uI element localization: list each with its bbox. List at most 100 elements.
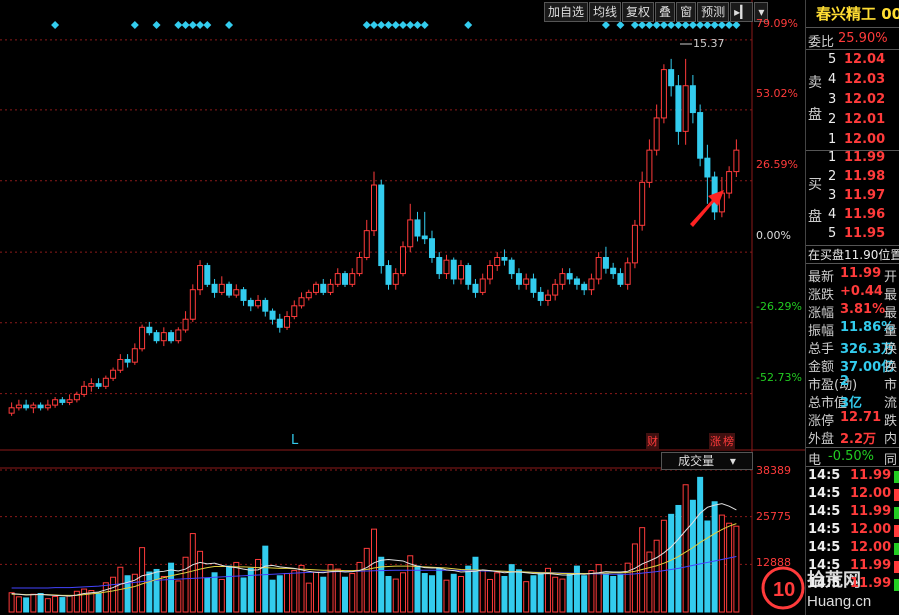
volume-bar bbox=[102, 582, 109, 613]
volume-bar bbox=[595, 564, 602, 613]
signal-diamond-icon bbox=[203, 21, 212, 29]
event-marker-limit-up[interactable]: 涨 bbox=[709, 433, 722, 449]
volume-bar bbox=[124, 575, 131, 613]
position-note: 在买盘11.90位置 bbox=[808, 248, 899, 262]
candle-body bbox=[399, 246, 406, 275]
stat-row: 振幅 11.86% 量 bbox=[806, 320, 899, 339]
candle-body bbox=[218, 283, 225, 293]
event-marker-l[interactable]: L bbox=[291, 433, 298, 448]
chart-canvas[interactable] bbox=[0, 0, 805, 615]
volume-bar bbox=[682, 484, 689, 613]
buy-level-price: 11.97 bbox=[844, 188, 886, 203]
volume-bar bbox=[291, 570, 298, 613]
candle-body bbox=[247, 299, 254, 307]
volume-bar bbox=[139, 547, 146, 613]
candle-body bbox=[566, 273, 573, 280]
candle-body bbox=[371, 184, 377, 232]
signal-diamond-icon bbox=[152, 21, 161, 29]
event-marker-finance[interactable]: 财 bbox=[646, 433, 659, 449]
sell-level-num: 1 bbox=[828, 132, 837, 147]
candle-body bbox=[356, 256, 363, 275]
tick-volume-bar bbox=[894, 525, 899, 537]
signal-diamond-icon bbox=[645, 21, 654, 29]
volume-bar bbox=[472, 556, 479, 613]
candle-body bbox=[95, 383, 102, 387]
volume-bar bbox=[66, 595, 73, 613]
stock-name-title[interactable]: 春兴精工 00 bbox=[816, 3, 899, 24]
volume-bar bbox=[479, 570, 486, 613]
candle-body bbox=[23, 404, 30, 409]
stat-row: 涨跌 +0.44 最 bbox=[806, 284, 899, 303]
buy-level-num: 3 bbox=[828, 188, 837, 203]
candle-body bbox=[8, 407, 15, 414]
candle-body bbox=[515, 273, 522, 285]
tick-time: 14:5 bbox=[808, 576, 841, 591]
stat-label: 涨停 bbox=[808, 414, 835, 429]
adjust-price-button[interactable]: 复权 bbox=[622, 2, 655, 22]
overlay-button[interactable]: 叠 bbox=[655, 2, 676, 22]
candle-body bbox=[342, 273, 349, 285]
axis-label-pct: -52.73% bbox=[756, 371, 802, 384]
buy-level-row[interactable]: 3 11.97 bbox=[806, 188, 899, 208]
volume-bar bbox=[262, 545, 269, 613]
stat-tail: 跌 bbox=[884, 414, 898, 429]
order-ratio-row: 委比 25.90% bbox=[806, 31, 899, 51]
stat-row: 总市值 3亿流 bbox=[806, 392, 899, 411]
volume-bar bbox=[363, 547, 370, 613]
sell-level-num: 4 bbox=[828, 72, 837, 87]
candle-body bbox=[697, 112, 704, 159]
buy-level-row[interactable]: 4 11.96 bbox=[806, 207, 899, 227]
stat-value: 3亿 bbox=[840, 396, 863, 411]
candle-body bbox=[124, 358, 131, 363]
volume-bar bbox=[204, 577, 211, 613]
signal-diamond-icon bbox=[667, 21, 676, 29]
buy-level-row[interactable]: 1 11.99 bbox=[806, 150, 899, 170]
tick-price: 12.00 bbox=[850, 486, 892, 501]
stat-label: 外盘 bbox=[808, 432, 835, 447]
volume-indicator-select[interactable]: 成交量 ▾ bbox=[661, 452, 753, 470]
candle-body bbox=[226, 283, 233, 296]
divider bbox=[806, 447, 899, 448]
signal-diamond-icon bbox=[652, 21, 661, 29]
candle-body bbox=[617, 273, 624, 285]
signal-diamond-icon bbox=[630, 21, 639, 29]
sell-level-row[interactable]: 4 12.03 bbox=[806, 72, 899, 92]
candle-body bbox=[363, 230, 370, 258]
tick-volume-bar bbox=[894, 507, 899, 519]
candle-body bbox=[298, 297, 305, 307]
candle-body bbox=[59, 399, 66, 403]
volume-bar bbox=[486, 578, 493, 613]
volume-bar bbox=[320, 576, 327, 613]
tick-price: 11.99 bbox=[850, 468, 892, 483]
tick-price: 12.00 bbox=[850, 540, 892, 555]
signal-diamond-icon bbox=[188, 21, 197, 29]
quote-side-panel: 春兴精工 00 委比 25.90% 卖 盘 买 盘 在买盘11.90位置 电 -… bbox=[761, 0, 899, 615]
forecast-button[interactable]: 预测 bbox=[697, 2, 730, 22]
window-button[interactable]: 窗 bbox=[676, 2, 697, 22]
signal-diamond-icon bbox=[681, 21, 690, 29]
candle-body bbox=[682, 85, 689, 132]
sell-level-row[interactable]: 1 12.00 bbox=[806, 132, 899, 152]
signal-diamond-icon bbox=[377, 21, 386, 29]
expand-panel-icon[interactable]: ▸▎ bbox=[730, 2, 754, 22]
sell-level-row[interactable]: 3 12.02 bbox=[806, 92, 899, 112]
candle-body bbox=[139, 326, 146, 350]
axis-label-pct: 53.02% bbox=[756, 87, 798, 100]
candle-body bbox=[240, 289, 247, 301]
moving-average-button[interactable]: 均线 bbox=[589, 2, 622, 22]
event-marker-ranking[interactable]: 榜 bbox=[722, 433, 735, 449]
sell-level-row[interactable]: 5 12.04 bbox=[806, 52, 899, 72]
kline-chart-area[interactable]: 加自选 均线 复权 叠 窗 预测 ▸▎ ▾ 79.09% 53.02% 26.5… bbox=[0, 0, 805, 615]
buy-level-row[interactable]: 5 11.95 bbox=[806, 226, 899, 246]
sell-level-price: 12.00 bbox=[844, 132, 886, 147]
stat-row: 总手 326.3万换 bbox=[806, 338, 899, 357]
max-price-marker: 15.37 bbox=[693, 37, 725, 50]
sell-level-num: 2 bbox=[828, 112, 837, 127]
candle-body bbox=[530, 278, 537, 293]
add-watchlist-button[interactable]: 加自选 bbox=[544, 2, 589, 22]
buy-level-row[interactable]: 2 11.98 bbox=[806, 169, 899, 189]
volume-bar bbox=[81, 588, 88, 613]
sell-level-row[interactable]: 2 12.01 bbox=[806, 112, 899, 132]
stat-tail: 内 bbox=[884, 432, 898, 447]
candle-body bbox=[595, 256, 602, 280]
